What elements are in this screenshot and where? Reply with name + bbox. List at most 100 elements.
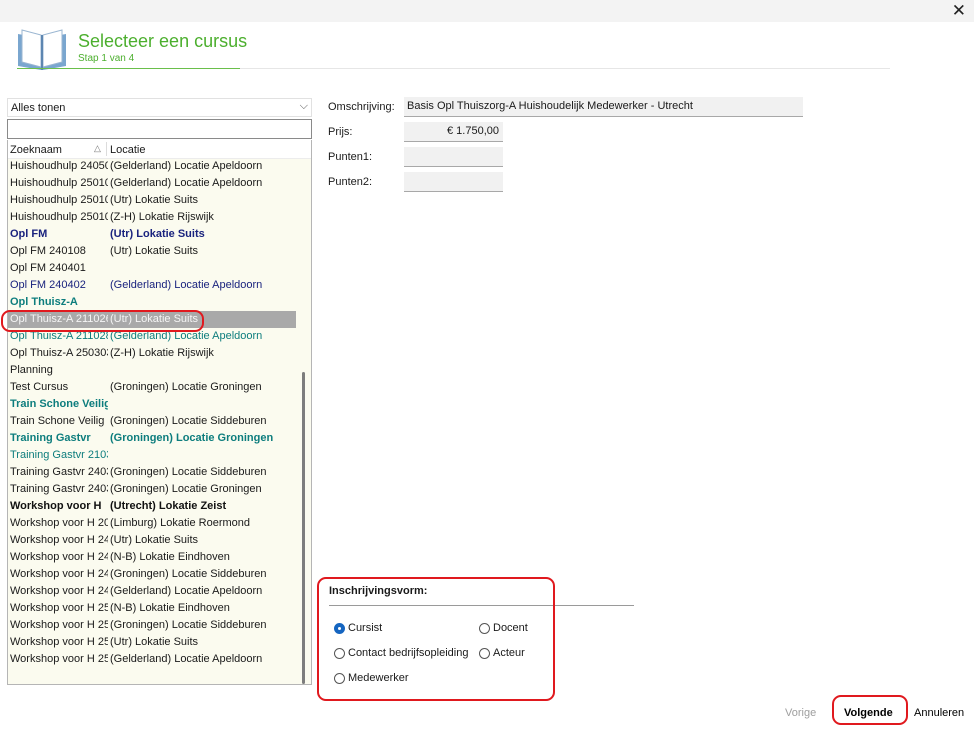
table-row[interactable]: Opl FM 240402 (Gelderland) Locatie Apeldo… — [8, 277, 296, 294]
table-row[interactable]: Workshop voor H 24 (N-B) Lokatie Eindhove… — [8, 549, 296, 566]
table-row-group[interactable]: Train Schone Veilig — [8, 396, 296, 413]
row-location: (N-B) Lokatie Eindhoven — [110, 551, 230, 563]
radio-docent[interactable]: Docent — [479, 622, 528, 634]
prijs-label: Prijs: — [328, 126, 353, 138]
radio-label: Medewerker — [348, 672, 409, 684]
radio-cursist[interactable]: Cursist — [334, 622, 382, 634]
punten2-label: Punten2: — [328, 176, 373, 188]
row-location: (Utr) Lokatie Suits — [110, 313, 199, 325]
table-row-selected[interactable]: Opl Thuisz-A 211026 (Utr) Lokatie Suits — [8, 311, 296, 328]
table-row[interactable]: Training Gastvr 2403 (Groningen) Locatie … — [8, 481, 296, 498]
punten2-field[interactable] — [404, 172, 503, 192]
row-name: Training Gastvr 2403 — [10, 483, 108, 495]
radio-label: Contact bedrijfsopleiding — [348, 647, 469, 659]
omschrijving-label: Omschrijving: — [328, 101, 395, 113]
table-row[interactable]: Workshop voor H 25 (N-B) Lokatie Eindhove… — [8, 600, 296, 617]
row-name: Workshop voor H 24 — [10, 551, 108, 563]
row-name: Workshop voor H 20 — [10, 517, 108, 529]
row-location: (Z-H) Lokatie Rijswijk — [110, 347, 214, 359]
table-row[interactable]: Opl Thuisz-A 211028 (Gelderland) Locatie … — [8, 328, 296, 345]
radio-unselected-icon[interactable] — [334, 647, 345, 659]
enrollment-title: Inschrijvingsvorm: — [329, 585, 428, 597]
row-name: Train Schone Veilig — [10, 415, 105, 427]
radio-label: Cursist — [348, 622, 383, 634]
page-title: Selecteer een cursus — [78, 31, 248, 51]
sort-ascending-icon[interactable]: △ — [94, 143, 101, 154]
search-input[interactable] — [7, 119, 312, 139]
table-row-group[interactable]: Training Gastvr (Groningen) Locatie Groni… — [8, 430, 296, 447]
radio-medewerker[interactable]: Medewerker — [334, 672, 409, 684]
table-row[interactable]: Planning — [8, 362, 296, 379]
table-row[interactable]: Workshop voor H 25 (Utr) Lokatie Suits — [8, 634, 296, 651]
row-name: Huishoudhulp 25010 — [10, 211, 108, 223]
row-name: Opl Thuisz-A 250303 — [10, 347, 108, 359]
row-name: Opl FM 240401 — [10, 262, 86, 274]
row-location: (Gelderland) Locatie Apeldoorn — [110, 177, 263, 189]
row-name: Opl Thuisz-A 211028 — [10, 330, 108, 342]
radio-unselected-icon[interactable] — [479, 622, 490, 634]
omschrijving-field[interactable]: Basis Opl Thuiszorg-A Huishoudelijk Mede… — [404, 97, 803, 117]
row-location: (Groningen) Locatie Siddeburen — [110, 568, 267, 580]
row-name: Training Gastvr 2103 — [10, 449, 108, 461]
list-scrollbar[interactable] — [297, 158, 311, 684]
radio-selected-icon[interactable] — [334, 622, 345, 634]
cancel-button[interactable]: Annuleren — [914, 707, 964, 719]
radio-unselected-icon[interactable] — [479, 647, 490, 659]
punten1-label: Punten1: — [328, 151, 373, 163]
row-name: Workshop voor H 25 — [10, 636, 108, 648]
column-header-locatie[interactable]: Locatie — [110, 144, 145, 156]
table-row[interactable]: Workshop voor H 20 (Limburg) Lokatie Roer… — [8, 515, 296, 532]
row-location: (Groningen) Locatie Groningen — [110, 483, 262, 495]
radio-contact-bedrijfsopleiding[interactable]: Contact bedrijfsopleiding — [334, 647, 468, 659]
table-row[interactable]: Training Gastvr 2103 — [8, 447, 296, 464]
filter-dropdown-value: Alles tonen — [11, 102, 66, 114]
table-row-group[interactable]: Opl Thuisz-A — [8, 294, 296, 311]
table-row[interactable]: Opl FM 240108 (Utr) Lokatie Suits — [8, 243, 296, 260]
row-location: (Gelderland) Locatie Apeldoorn — [110, 653, 263, 665]
row-location: (Gelderland) Locatie Apeldoorn — [110, 279, 263, 291]
table-row-group[interactable]: Workshop voor H (Utrecht) Lokatie Zeist — [8, 498, 296, 515]
table-row[interactable]: Workshop voor H 24 (Utr) Lokatie Suits — [8, 532, 296, 549]
table-row[interactable]: Workshop voor H 24 (Groningen) Locatie Si… — [8, 566, 296, 583]
close-icon[interactable]: ✕ — [952, 1, 966, 21]
table-row[interactable]: Test Cursus (Groningen) Locatie Groningen — [8, 379, 296, 396]
row-location: (Utrecht) Lokatie Zeist — [110, 500, 227, 512]
row-location: (Limburg) Lokatie Roermond — [110, 517, 251, 529]
row-location: (Groningen) Locatie Siddeburen — [110, 415, 267, 427]
table-row[interactable]: Workshop voor H 25 (Gelderland) Locatie A… — [8, 651, 296, 668]
column-separator[interactable] — [106, 142, 107, 156]
title-bar — [0, 0, 974, 22]
table-row[interactable]: Huishoudhulp 25010 (Utr) Lokatie Suits — [8, 192, 296, 209]
table-row[interactable]: Train Schone Veilig (Groningen) Locatie S… — [8, 413, 296, 430]
table-row-group[interactable]: Opl FM (Utr) Lokatie Suits — [8, 226, 296, 243]
table-row[interactable]: Huishoudhulp 25010 (Gelderland) Locatie A… — [8, 175, 296, 192]
filter-dropdown[interactable]: Alles tonen ⌵ — [7, 98, 312, 117]
table-row[interactable]: Huishoudhulp 25010 (Z-H) Lokatie Rijswijk — [8, 209, 296, 226]
row-location: (Utr) Lokatie Suits — [110, 534, 199, 546]
column-header-zoeknaam[interactable]: Zoeknaam — [10, 144, 62, 156]
radio-unselected-icon[interactable] — [334, 672, 345, 684]
enrollment-divider — [329, 605, 634, 606]
table-row[interactable]: Opl Thuisz-A 250303 (Z-H) Lokatie Rijswij… — [8, 345, 296, 362]
table-row[interactable]: Workshop voor H 25 (Groningen) Locatie Si… — [8, 617, 296, 634]
course-list[interactable]: Zoeknaam △ Locatie Huishoudhulp 24050 (Ge… — [7, 140, 312, 685]
table-row[interactable]: Huishoudhulp 24050 (Gelderland) Locatie A… — [8, 158, 296, 175]
prijs-field[interactable]: € 1.750,00 — [404, 122, 503, 142]
row-location: (Gelderland) Locatie Apeldoorn — [110, 330, 263, 342]
row-location: (Groningen) Locatie Siddeburen — [110, 619, 267, 631]
chevron-down-icon[interactable]: ⌵ — [300, 100, 308, 113]
next-button[interactable]: Volgende — [844, 707, 893, 719]
punten1-field[interactable] — [404, 147, 503, 167]
row-name: Planning — [10, 364, 53, 376]
scrollbar-thumb[interactable] — [302, 372, 305, 684]
row-name: Workshop voor H 25 — [10, 602, 108, 614]
table-row[interactable]: Opl FM 240401 — [8, 260, 296, 277]
list-rows: Huishoudhulp 24050 (Gelderland) Locatie A… — [8, 158, 296, 668]
table-row[interactable]: Training Gastvr 2403 (Groningen) Locatie … — [8, 464, 296, 481]
previous-button[interactable]: Vorige — [785, 707, 816, 719]
table-row[interactable]: Workshop voor H 24 (Gelderland) Locatie A… — [8, 583, 296, 600]
radio-acteur[interactable]: Acteur — [479, 647, 525, 659]
row-name: Workshop voor H 24 — [10, 534, 108, 546]
radio-label: Acteur — [493, 647, 525, 659]
row-location: (Utr) Lokatie Suits — [110, 194, 199, 206]
